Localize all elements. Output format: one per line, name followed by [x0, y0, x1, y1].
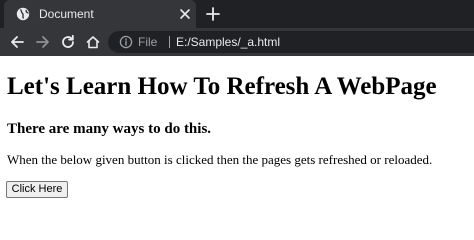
- address-bar[interactable]: File E:/Samples/_a.html: [108, 31, 474, 53]
- browser-toolbar: File E:/Samples/_a.html: [0, 28, 474, 56]
- tab-strip: Document: [0, 0, 474, 28]
- info-icon[interactable]: [119, 35, 133, 49]
- page-content: Let's Learn How To Refresh A WebPage The…: [0, 56, 474, 225]
- page-paragraph: When the below given button is clicked t…: [7, 152, 433, 167]
- forward-arrow-icon[interactable]: [35, 34, 51, 50]
- tab-title: Document: [39, 7, 94, 21]
- home-icon[interactable]: [85, 34, 101, 50]
- plus-icon[interactable]: [206, 7, 220, 21]
- page-heading: Let's Learn How To Refresh A WebPage: [7, 73, 437, 100]
- url-text[interactable]: E:/Samples/_a.html: [176, 35, 280, 49]
- globe-icon: [16, 7, 30, 21]
- close-icon[interactable]: [179, 8, 191, 20]
- reload-icon[interactable]: [60, 34, 76, 50]
- back-arrow-icon[interactable]: [9, 34, 25, 50]
- scheme-label: File: [138, 35, 158, 49]
- address-separator: [169, 36, 170, 48]
- browser-tab[interactable]: Document: [4, 0, 196, 28]
- click-here-button[interactable]: Click Here: [6, 181, 68, 198]
- page-subheading: There are many ways to do this.: [7, 121, 212, 137]
